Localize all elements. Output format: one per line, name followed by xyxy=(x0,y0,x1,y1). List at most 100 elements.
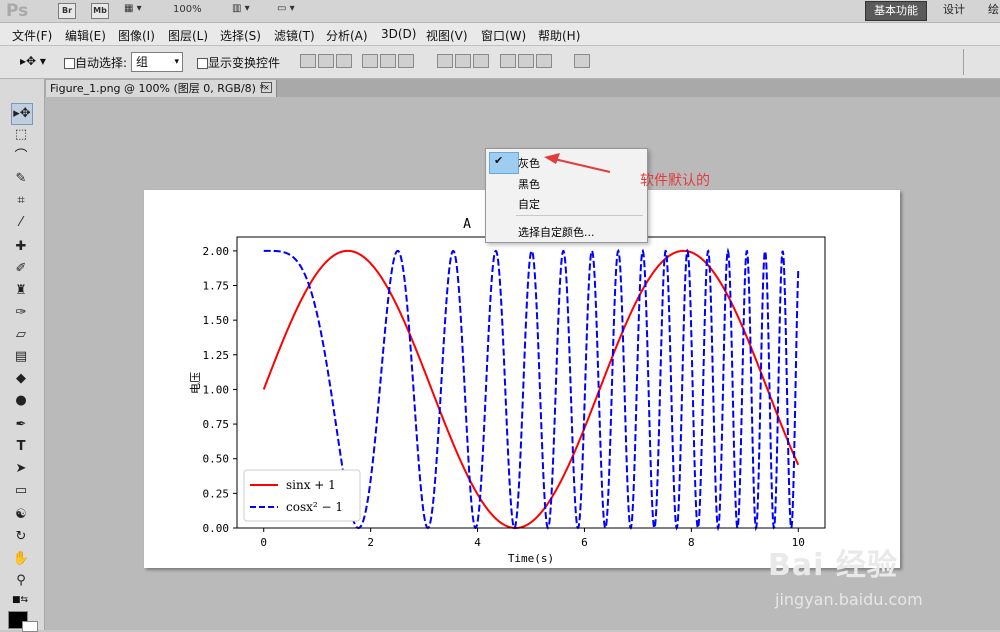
align-hcenter-icon[interactable] xyxy=(380,54,396,68)
distribute-bottom-icon[interactable] xyxy=(473,54,489,68)
y-tick-label: 0.75 xyxy=(203,418,230,431)
application-bar: Ps Br Mb ▦ ▾ 100% ▥ ▾ ▭ ▾ 基本功能 设计 绘 xyxy=(0,0,1000,23)
auto-select-option[interactable]: 自动选择: xyxy=(64,54,127,71)
background-color-swatch[interactable] xyxy=(22,621,38,632)
menu-analysis[interactable]: 分析(A) xyxy=(326,27,368,44)
3d-rotate-tool-icon[interactable]: ☯ xyxy=(11,505,31,525)
menu-separator xyxy=(516,215,643,216)
y-tick-label: 0.50 xyxy=(203,453,230,466)
y-tick-label: 1.75 xyxy=(203,280,230,293)
brush-tool-icon[interactable]: ✐ xyxy=(11,259,31,279)
arrange-documents-dropdown[interactable]: ▥ ▾ xyxy=(232,3,250,19)
menu-select[interactable]: 选择(S) xyxy=(220,27,261,44)
auto-select-checkbox[interactable] xyxy=(64,58,75,69)
annotation-text: 软件默认的 xyxy=(640,173,710,189)
show-transform-checkbox[interactable] xyxy=(197,58,208,69)
legend-label-cos: cosx² − 1 xyxy=(286,500,343,514)
zoom-tool-icon[interactable]: ⚲ xyxy=(11,571,31,591)
quick-select-tool-icon[interactable]: ✎ xyxy=(11,169,31,189)
y-axis-label: 电压 xyxy=(189,372,202,394)
move-tool-icon[interactable]: ▸✥ xyxy=(11,103,33,125)
distribute-hcenter-icon[interactable] xyxy=(518,54,534,68)
eyedropper-tool-icon[interactable]: ⁄ xyxy=(11,213,31,233)
align-vcenter-icon[interactable] xyxy=(318,54,334,68)
x-tick-label: 4 xyxy=(474,536,481,549)
gradient-tool-icon[interactable]: ▤ xyxy=(11,347,31,367)
bridge-button[interactable]: Br xyxy=(58,3,76,19)
x-tick-label: 0 xyxy=(260,536,267,549)
menu-3d[interactable]: 3D(D) xyxy=(381,27,416,41)
y-tick-label: 1.50 xyxy=(203,314,230,327)
blur-tool-icon[interactable]: ◆ xyxy=(11,369,31,389)
history-brush-tool-icon[interactable]: ✑ xyxy=(11,303,31,323)
chart-title: A xyxy=(463,217,471,232)
lasso-tool-icon[interactable]: ⌒ xyxy=(11,147,31,167)
align-bottom-icon[interactable] xyxy=(336,54,352,68)
y-tick-label: 0.25 xyxy=(203,487,230,500)
workspace-essentials-button[interactable]: 基本功能 xyxy=(865,1,927,21)
baidu-watermark: Bai 经验 xyxy=(768,548,898,583)
document-tab[interactable]: Figure_1.png @ 100% (图层 0, RGB/8) * × xyxy=(46,80,277,97)
distribute-right-icon[interactable] xyxy=(536,54,552,68)
workspace-painting-button[interactable]: 绘 xyxy=(988,1,999,19)
menu-help[interactable]: 帮助(H) xyxy=(538,27,580,44)
baidu-watermark-url: jingyan.baidu.com xyxy=(775,590,923,609)
checkmark-icon: ✔ xyxy=(494,154,504,167)
eraser-tool-icon[interactable]: ▱ xyxy=(11,325,31,345)
close-icon[interactable]: × xyxy=(261,82,272,93)
legend-label-sin: sinx + 1 xyxy=(286,478,336,492)
hand-tool-icon[interactable]: ✋ xyxy=(11,549,31,569)
auto-align-layers-icon[interactable] xyxy=(574,54,590,68)
x-axis-label: Time(s) xyxy=(508,552,554,565)
show-transform-label: 显示变换控件 xyxy=(208,56,281,70)
menu-layer[interactable]: 图层(L) xyxy=(168,27,208,44)
auto-select-label: 自动选择: xyxy=(75,56,128,70)
chart-legend: sinx + 1 cosx² − 1 xyxy=(243,469,361,522)
distribute-left-icon[interactable] xyxy=(500,54,516,68)
rectangle-tool-icon[interactable]: ▭ xyxy=(11,481,31,501)
menu-filter[interactable]: 滤镜(T) xyxy=(274,27,315,44)
view-extras-dropdown[interactable]: ▦ ▾ xyxy=(124,3,142,19)
distribute-vcenter-icon[interactable] xyxy=(455,54,471,68)
menu-item-choose-custom-color[interactable]: 选择自定颜色... xyxy=(518,224,595,240)
crop-tool-icon[interactable]: ⌗ xyxy=(11,191,31,211)
options-bar: ▸✥ ▾ 自动选择: 组 ▾ 显示变换控件 xyxy=(0,46,1000,79)
path-selection-tool-icon[interactable]: ➤ xyxy=(11,459,31,479)
document-tab-title: Figure_1.png @ 100% (图层 0, RGB/8) * xyxy=(50,82,265,95)
menu-item-custom[interactable]: 自定 xyxy=(518,196,540,212)
move-tool-preset-icon[interactable]: ▸✥ ▾ xyxy=(20,54,46,68)
align-left-icon[interactable] xyxy=(362,54,378,68)
menu-view[interactable]: 视图(V) xyxy=(426,27,468,44)
menu-bar: 文件(F) 编辑(E) 图像(I) 图层(L) 选择(S) 滤镜(T) 分析(A… xyxy=(0,23,1000,46)
auto-select-target-select[interactable]: 组 ▾ xyxy=(131,52,183,72)
healing-brush-tool-icon[interactable]: ✚ xyxy=(11,237,31,257)
workspace-design-button[interactable]: 设计 xyxy=(943,1,965,19)
type-tool-icon[interactable]: T xyxy=(11,437,31,457)
clone-stamp-tool-icon[interactable]: ♜ xyxy=(11,281,31,301)
screen-mode-dropdown[interactable]: ▭ ▾ xyxy=(277,3,295,19)
3d-orbit-tool-icon[interactable]: ↻ xyxy=(11,527,31,547)
x-tick-label: 6 xyxy=(581,536,588,549)
show-transform-option[interactable]: 显示变换控件 xyxy=(197,54,280,71)
zoom-level[interactable]: 100% xyxy=(173,4,202,20)
tools-panel: ▸✥ ⬚ ⌒ ✎ ⌗ ⁄ ✚ ✐ ♜ ✑ ▱ ▤ ◆ ● ✒ T ➤ ▭ ☯ ↻… xyxy=(0,79,45,632)
distribute-top-icon[interactable] xyxy=(437,54,453,68)
y-tick-label: 1.25 xyxy=(203,349,230,362)
x-tick-label: 2 xyxy=(367,536,374,549)
menu-item-black[interactable]: 黑色 xyxy=(518,176,540,192)
menu-file[interactable]: 文件(F) xyxy=(12,27,52,44)
align-right-icon[interactable] xyxy=(398,54,414,68)
menu-edit[interactable]: 编辑(E) xyxy=(65,27,106,44)
align-top-icon[interactable] xyxy=(300,54,316,68)
menu-window[interactable]: 窗口(W) xyxy=(481,27,526,44)
menu-image[interactable]: 图像(I) xyxy=(118,27,155,44)
dodge-tool-icon[interactable]: ● xyxy=(11,391,31,411)
x-tick-label: 8 xyxy=(688,536,695,549)
menu-item-gray[interactable]: 灰色 xyxy=(518,155,540,171)
marquee-tool-icon[interactable]: ⬚ xyxy=(11,125,31,145)
default-colors-icon[interactable]: ■⇆ xyxy=(12,595,28,605)
pen-tool-icon[interactable]: ✒ xyxy=(11,415,31,435)
photoshop-logo: Ps xyxy=(6,1,29,21)
mini-bridge-button[interactable]: Mb xyxy=(91,3,109,19)
y-tick-label: 2.00 xyxy=(203,245,230,258)
